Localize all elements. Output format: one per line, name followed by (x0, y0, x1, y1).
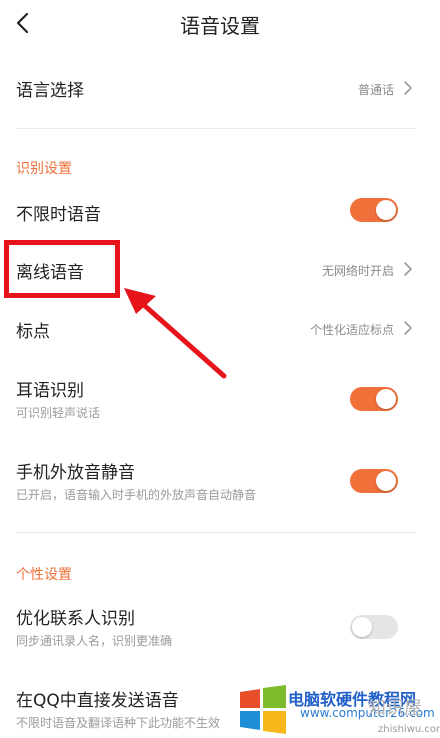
qq-label: 在QQ中直接发送语音 (16, 691, 179, 711)
section-title-personal: 个性设置 (16, 567, 72, 583)
mute-row: 手机外放音静音 已开启，语音输入时手机的外放声音自动静音 (0, 452, 440, 508)
watermark-brand-url: zhishiwu.com (378, 724, 440, 735)
toggle-knob (352, 617, 372, 637)
punctuation-label: 标点 (16, 322, 50, 342)
chevron-right-icon (404, 81, 412, 95)
whisper-toggle[interactable] (350, 387, 398, 411)
mute-toggle[interactable] (350, 469, 398, 493)
whisper-label: 耳语识别 (16, 381, 84, 401)
section-title-recognition: 识别设置 (16, 161, 72, 177)
toggle-knob (376, 389, 396, 409)
language-value: 普通话 (357, 83, 394, 97)
chevron-right-icon (404, 321, 412, 335)
highlight-box (4, 240, 120, 298)
punctuation-value: 个性化适应标点 (309, 323, 394, 337)
page-title: 语音设置 (180, 14, 260, 38)
unlimited-voice-label: 不限时语音 (16, 205, 101, 225)
contacts-sub: 同步通讯录人名，识别更准确 (16, 634, 173, 648)
contacts-label: 优化联系人识别 (16, 609, 135, 629)
unlimited-voice-toggle[interactable] (350, 198, 398, 222)
contacts-toggle[interactable] (350, 615, 398, 639)
chevron-right-icon (404, 262, 412, 276)
whisper-sub: 可识别轻声说话 (16, 406, 101, 420)
windows-logo-icon (240, 685, 286, 734)
language-label: 语言选择 (16, 81, 84, 101)
header: 语音设置 (0, 0, 440, 48)
qq-sub: 不限时语音及翻译语种下此功能不生效 (16, 716, 221, 730)
mute-sub: 已开启，语音输入时手机的外放声音自动静音 (16, 488, 257, 502)
divider (16, 532, 416, 533)
red-arrow-annotation (124, 288, 227, 379)
mute-label: 手机外放音静音 (16, 463, 135, 483)
language-row[interactable]: 语言选择 普通话 (0, 64, 440, 112)
divider (16, 128, 416, 129)
toggle-knob (376, 471, 396, 491)
unlimited-voice-row: 不限时语音 (0, 190, 440, 230)
toggle-knob (376, 200, 396, 220)
offline-voice-value: 无网络时开启 (321, 264, 394, 278)
contacts-row: 优化联系人识别 同步通讯录人名，识别更准确 (0, 598, 440, 654)
watermark-brand: 知识屋 (368, 698, 422, 719)
